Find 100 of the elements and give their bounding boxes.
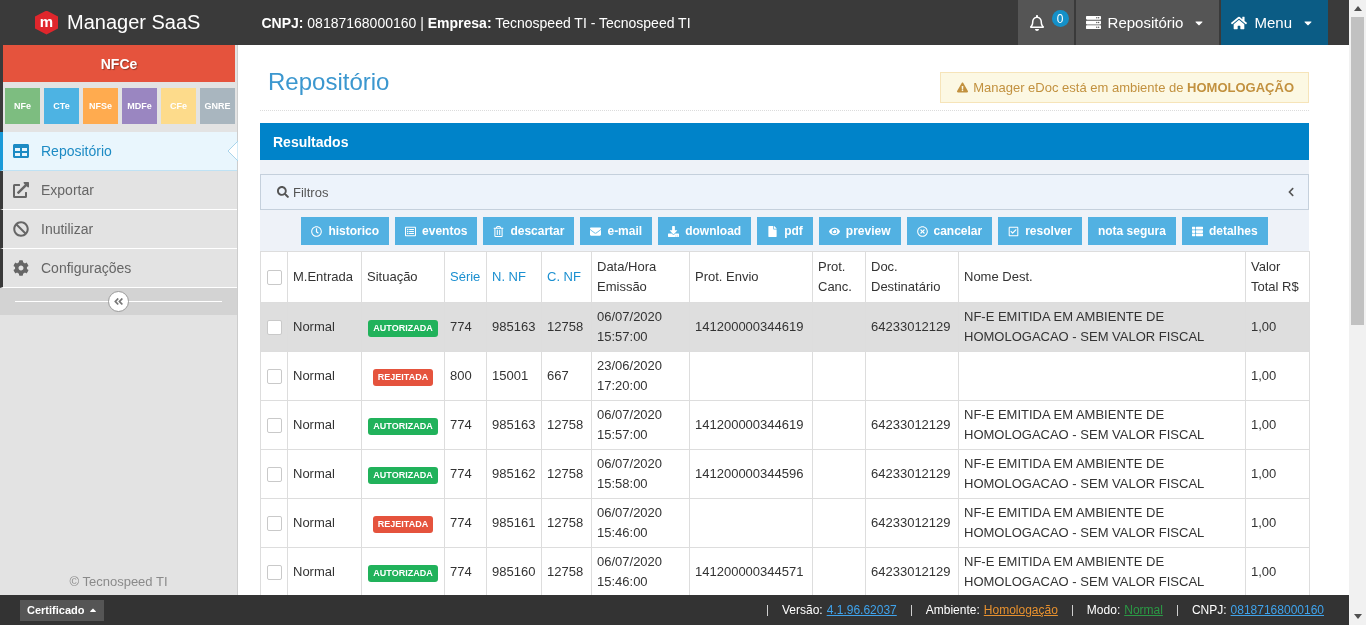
row-checkbox[interactable] (266, 516, 282, 532)
table-cell: 1,00 (1245, 351, 1310, 401)
list-icon (1191, 225, 1203, 237)
action-button[interactable]: preview (818, 217, 901, 245)
status-label: Ambiente: (925, 603, 980, 617)
table-cell: 12758 (541, 302, 592, 352)
select-all-checkbox[interactable] (266, 270, 282, 286)
table-cell: 667 (541, 351, 592, 401)
column-header: Doc. Destinatário (865, 251, 959, 303)
table-cell: 985161 (486, 498, 542, 548)
table-cell: Normal (287, 449, 362, 499)
action-button[interactable]: resolver (998, 217, 1082, 245)
file-icon (767, 225, 779, 237)
column-header[interactable]: C. NF (541, 251, 592, 303)
filters-toggle[interactable]: Filtros (260, 174, 1309, 210)
status-badge: REJEITADA (372, 516, 434, 533)
status-link[interactable]: 4.1.96.62037 (826, 603, 897, 617)
warning-icon (957, 82, 969, 93)
action-button[interactable]: detalhes (1181, 217, 1268, 245)
table-cell: 141200000344619 (689, 400, 813, 450)
action-button[interactable]: cancelar (906, 217, 993, 245)
collapse-sidebar-button[interactable] (108, 291, 129, 312)
table-cell: 985163 (486, 400, 542, 450)
table-cell: 06/07/2020 15:58:00 (591, 449, 690, 499)
envelope-icon (590, 225, 602, 237)
action-button[interactable]: nota segura (1087, 217, 1176, 245)
menu-button[interactable]: Menu (1221, 0, 1328, 45)
table-cell: 774 (444, 498, 487, 548)
status-badge: AUTORIZADA (368, 418, 438, 435)
table-cell: 64233012129 (865, 498, 959, 548)
table-cell: 985162 (486, 449, 542, 499)
row-checkbox[interactable] (266, 369, 282, 385)
doc-type-tile[interactable]: NFSe (83, 88, 118, 124)
sidebar-item[interactable]: Repositório (0, 132, 237, 171)
caret-down-icon (1353, 614, 1362, 619)
doc-type-tile[interactable]: NFe (5, 88, 40, 124)
notifications-button[interactable]: 0 (1017, 0, 1074, 45)
table-cell: 800 (444, 351, 487, 401)
alert-text: Manager eDoc está em ambiente de HOMOLOGAÇÃO (973, 80, 1294, 95)
table-cell: 06/07/2020 15:57:00 (591, 400, 690, 450)
action-button[interactable]: download (658, 217, 752, 245)
clock-icon (311, 225, 323, 237)
company-info: CNPJ: 08187168000160 | Empresa: Tecnospeed TI - Tecnospeed TI (261, 14, 691, 31)
row-checkbox[interactable] (266, 565, 282, 581)
column-header: Nome Dest. (958, 251, 1246, 303)
home-icon (1231, 14, 1248, 31)
action-button[interactable]: pdf (757, 217, 813, 245)
product-header: NFCe (3, 45, 235, 82)
status-badge: AUTORIZADA (368, 467, 438, 484)
status-link[interactable]: Normal (1124, 603, 1163, 617)
scrollbar[interactable] (1349, 0, 1366, 625)
logo: m (35, 10, 58, 35)
status-label: Versão: (782, 603, 823, 617)
scrollbar-thumb[interactable] (1351, 17, 1364, 325)
status-badge: REJEITADA (372, 369, 434, 386)
table-cell: Normal (287, 302, 362, 352)
row-checkbox[interactable] (266, 320, 282, 336)
list-icon (405, 225, 417, 237)
server-icon (1085, 15, 1101, 30)
page-title: Repositório (268, 68, 390, 96)
column-header: Situação (361, 251, 445, 303)
ban-icon (13, 221, 29, 237)
table-cell: 774 (444, 400, 487, 450)
table-cell: 64233012129 (865, 449, 959, 499)
doc-type-tile[interactable]: GNRE (200, 88, 235, 124)
sidebar-item[interactable]: Inutilizar (0, 210, 237, 249)
sidebar-item[interactable]: Exportar (0, 171, 237, 210)
column-header: Data/Hora Emissão (591, 251, 690, 303)
column-header[interactable]: Série (444, 251, 487, 303)
bell-icon (1028, 14, 1045, 31)
settings-icon (13, 260, 29, 276)
table-cell: 12758 (541, 449, 592, 499)
table-cell: 1,00 (1245, 449, 1310, 499)
action-button[interactable]: descartar (483, 217, 575, 245)
status-link[interactable]: Homologação (983, 603, 1058, 617)
table-cell: 1,00 (1245, 400, 1310, 450)
action-button[interactable]: historico (301, 217, 390, 245)
column-header: Valor Total R$ (1245, 251, 1310, 303)
column-header: Prot. Envio (689, 251, 813, 303)
row-checkbox[interactable] (266, 467, 282, 483)
table-cell: 64233012129 (865, 302, 959, 352)
certificate-button[interactable]: Certificado (20, 599, 105, 621)
status-link[interactable]: 08187168000160 (1230, 603, 1324, 617)
copyright-text: © Tecnospeed TI (69, 574, 168, 591)
row-checkbox[interactable] (266, 418, 282, 434)
action-button[interactable]: eventos (395, 217, 478, 245)
table-cell: 774 (444, 302, 487, 352)
doc-type-tile[interactable]: MDFe (122, 88, 157, 124)
action-button[interactable]: e-mail (580, 217, 653, 245)
table-cell: 06/07/2020 15:57:00 (591, 302, 690, 352)
caret-up-icon (1353, 6, 1362, 11)
doc-type-tile[interactable]: CTe (44, 88, 79, 124)
table-icon (13, 143, 29, 159)
sidebar-item[interactable]: Configurações (0, 249, 237, 288)
module-dropdown[interactable]: Repositório (1075, 0, 1220, 45)
external-link-icon (13, 182, 29, 198)
column-header[interactable]: N. NF (486, 251, 542, 303)
table-cell: 985163 (486, 302, 542, 352)
table-cell: Normal (287, 351, 362, 401)
table-cell: NF-E EMITIDA EM AMBIENTE DE HOMOLOGACAO - SEM VALOR FISCAL (958, 498, 1246, 548)
